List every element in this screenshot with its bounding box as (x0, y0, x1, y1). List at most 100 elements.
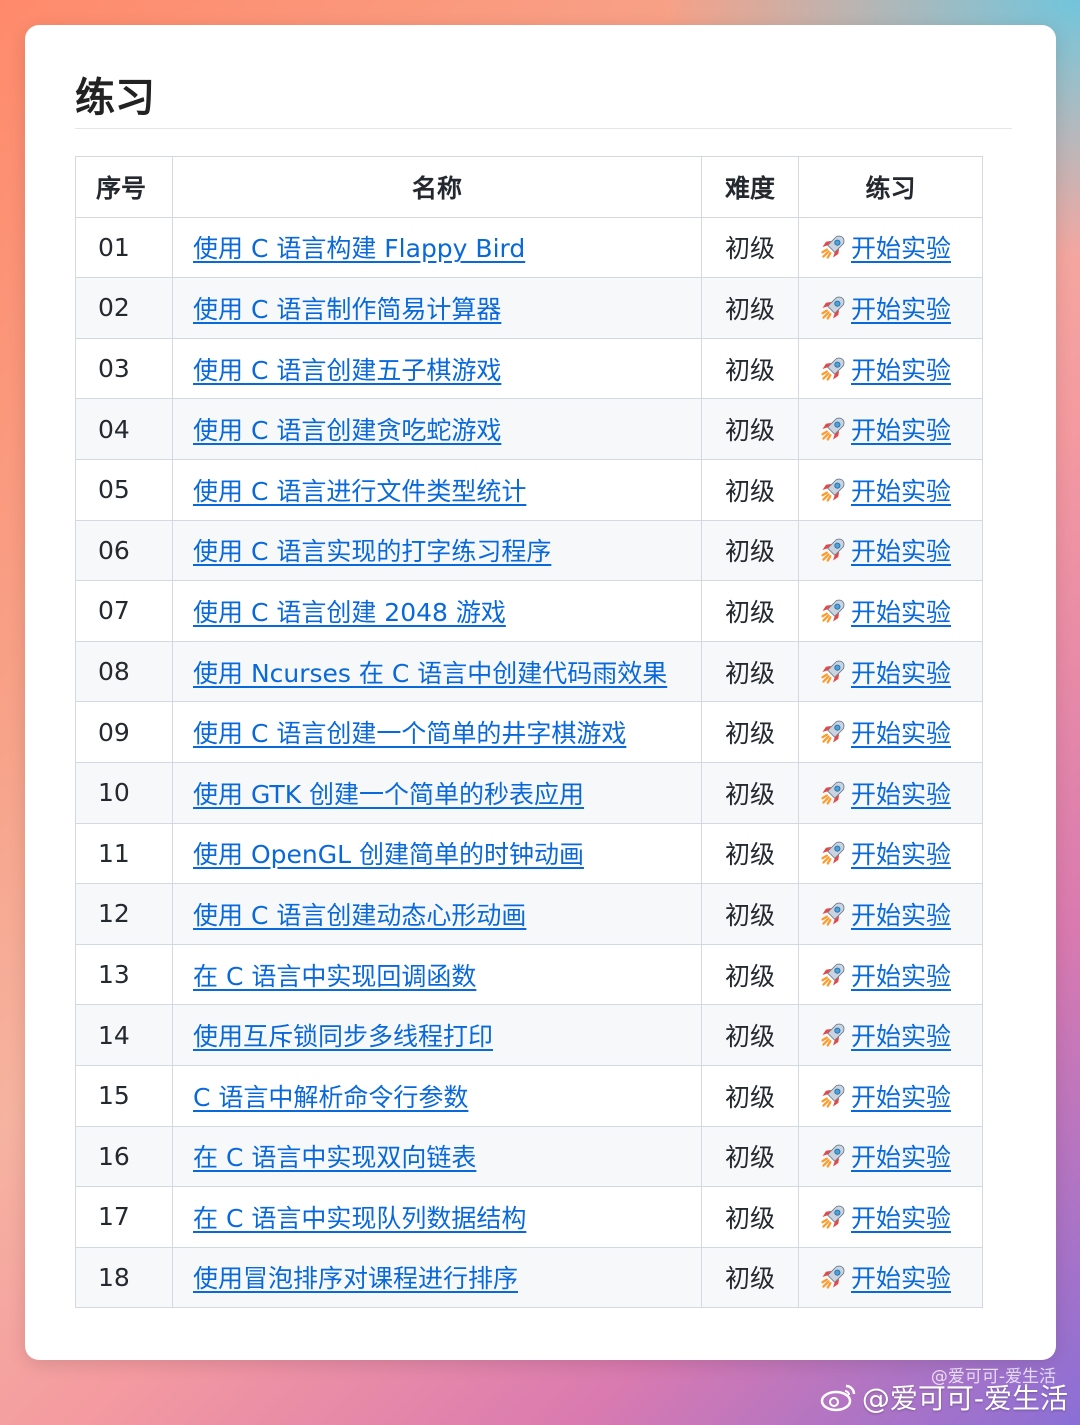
start-lab-link[interactable]: 开始实验 (819, 780, 951, 809)
start-lab-link[interactable]: 开始实验 (819, 1204, 951, 1233)
start-lab-label: 开始实验 (851, 597, 952, 627)
row-name-cell: 使用互斥锁同步多线程打印 (172, 1004, 702, 1066)
table-row: 13 在 C 语言中实现回调函数 初级 开始实验 (75, 943, 983, 1006)
exercise-link[interactable]: 在 C 语言中实现队列数据结构 (193, 1204, 526, 1233)
row-name-cell: 在 C 语言中实现队列数据结构 (172, 1186, 702, 1248)
start-lab-label: 开始实验 (851, 1264, 952, 1294)
rocket-icon (821, 720, 845, 744)
exercise-link[interactable]: C 语言中解析命令行参数 (193, 1083, 468, 1112)
row-name-cell: C 语言中解析命令行参数 (172, 1064, 702, 1127)
start-lab-link[interactable]: 开始实验 (819, 659, 951, 688)
rocket-icon (821, 841, 845, 865)
row-level: 初级 (701, 761, 799, 824)
section-title: 练习 (75, 75, 155, 121)
row-action-cell: 开始实验 (798, 1064, 983, 1127)
exercise-link[interactable]: 使用 C 语言创建一个简单的井字棋游戏 (193, 719, 626, 748)
row-level: 初级 (701, 1186, 799, 1248)
start-lab-link[interactable]: 开始实验 (819, 1022, 951, 1051)
exercise-link[interactable]: 在 C 语言中实现双向链表 (193, 1143, 476, 1172)
rocket-icon (821, 417, 845, 441)
row-number: 09 (75, 701, 173, 763)
start-lab-link[interactable]: 开始实验 (819, 416, 951, 445)
table-row: 01 使用 C 语言构建 Flappy Bird 初级 开始实验 (75, 216, 983, 279)
exercise-link[interactable]: 使用 GTK 创建一个简单的秒表应用 (193, 780, 584, 809)
row-number: 08 (75, 640, 173, 703)
header-level: 难度 (701, 156, 799, 218)
table-row: 06 使用 C 语言实现的打字练习程序 初级 开始实验 (75, 519, 983, 582)
table-row: 08 使用 Ncurses 在 C 语言中创建代码雨效果 初级 开始实验 (75, 640, 983, 703)
row-action-cell: 开始实验 (798, 1246, 983, 1309)
row-number: 03 (75, 337, 173, 400)
row-level: 初级 (701, 1246, 799, 1309)
exercise-link[interactable]: 使用 C 语言制作简易计算器 (193, 295, 501, 324)
start-lab-link[interactable]: 开始实验 (819, 234, 951, 263)
start-lab-link[interactable]: 开始实验 (819, 1083, 951, 1112)
start-lab-link[interactable]: 开始实验 (819, 962, 951, 991)
row-number: 18 (75, 1246, 173, 1309)
row-action-cell: 开始实验 (798, 701, 983, 763)
row-name-cell: 使用 C 语言制作简易计算器 (172, 277, 702, 339)
row-name-cell: 使用 C 语言创建一个简单的井字棋游戏 (172, 701, 702, 763)
row-level: 初级 (701, 1125, 799, 1188)
table-row: 03 使用 C 语言创建五子棋游戏 初级 开始实验 (75, 337, 983, 400)
table-row: 04 使用 C 语言创建贪吃蛇游戏 初级 开始实验 (75, 398, 983, 460)
exercise-link[interactable]: 使用 Ncurses 在 C 语言中创建代码雨效果 (193, 659, 667, 688)
start-lab-label: 开始实验 (851, 779, 952, 809)
row-name-cell: 使用 C 语言创建 2048 游戏 (172, 580, 702, 642)
rocket-icon (821, 660, 845, 684)
row-number: 01 (75, 216, 173, 279)
content-card: 练习 序号 名称 难度 练习 01 使用 C 语言构建 Flappy Bird 初级… (25, 25, 1056, 1360)
start-lab-link[interactable]: 开始实验 (819, 477, 951, 506)
row-level: 初级 (701, 580, 799, 642)
start-lab-link[interactable]: 开始实验 (819, 719, 951, 748)
start-lab-link[interactable]: 开始实验 (819, 537, 951, 566)
exercise-link[interactable]: 使用互斥锁同步多线程打印 (193, 1022, 493, 1051)
row-action-cell: 开始实验 (798, 398, 983, 460)
row-name-cell: 使用 GTK 创建一个简单的秒表应用 (172, 761, 702, 824)
table-header-row: 序号 名称 难度 练习 (75, 156, 983, 218)
row-level: 初级 (701, 337, 799, 400)
exercise-link[interactable]: 使用 C 语言创建动态心形动画 (193, 901, 526, 930)
start-lab-link[interactable]: 开始实验 (819, 1264, 951, 1293)
start-lab-link[interactable]: 开始实验 (819, 901, 951, 930)
row-name-cell: 在 C 语言中实现双向链表 (172, 1125, 702, 1188)
watermark: @爱可可-爱生活 (820, 1377, 1068, 1417)
start-lab-link[interactable]: 开始实验 (819, 598, 951, 627)
exercise-link[interactable]: 使用 C 语言创建贪吃蛇游戏 (193, 416, 501, 445)
row-level: 初级 (701, 398, 799, 460)
exercise-link[interactable]: 使用 OpenGL 创建简单的时钟动画 (193, 840, 584, 869)
row-name-cell: 使用冒泡排序对课程进行排序 (172, 1246, 702, 1309)
row-action-cell: 开始实验 (798, 580, 983, 642)
weibo-icon (820, 1384, 856, 1412)
table-row: 12 使用 C 语言创建动态心形动画 初级 开始实验 (75, 883, 983, 945)
start-lab-label: 开始实验 (851, 961, 952, 991)
rocket-icon (821, 1084, 845, 1108)
table-row: 17 在 C 语言中实现队列数据结构 初级 开始实验 (75, 1186, 983, 1248)
row-number: 11 (75, 822, 173, 885)
exercise-link[interactable]: 使用冒泡排序对课程进行排序 (193, 1264, 518, 1293)
row-number: 10 (75, 761, 173, 824)
row-level: 初级 (701, 943, 799, 1006)
row-level: 初级 (701, 1064, 799, 1127)
row-level: 初级 (701, 701, 799, 763)
row-number: 07 (75, 580, 173, 642)
exercise-link[interactable]: 在 C 语言中实现回调函数 (193, 962, 476, 991)
start-lab-link[interactable]: 开始实验 (819, 356, 951, 385)
exercise-link[interactable]: 使用 C 语言进行文件类型统计 (193, 477, 526, 506)
table-row: 02 使用 C 语言制作简易计算器 初级 开始实验 (75, 277, 983, 339)
row-level: 初级 (701, 277, 799, 339)
start-lab-link[interactable]: 开始实验 (819, 840, 951, 869)
start-lab-link[interactable]: 开始实验 (819, 295, 951, 324)
exercise-link[interactable]: 使用 C 语言创建 2048 游戏 (193, 598, 506, 627)
exercise-link[interactable]: 使用 C 语言创建五子棋游戏 (193, 356, 501, 385)
row-level: 初级 (701, 1004, 799, 1066)
rocket-icon (821, 1205, 845, 1229)
row-action-cell: 开始实验 (798, 1004, 983, 1066)
table-row: 05 使用 C 语言进行文件类型统计 初级 开始实验 (75, 458, 983, 521)
exercise-link[interactable]: 使用 C 语言构建 Flappy Bird (193, 234, 525, 263)
row-name-cell: 使用 C 语言创建贪吃蛇游戏 (172, 398, 702, 460)
row-action-cell: 开始实验 (798, 640, 983, 703)
start-lab-link[interactable]: 开始实验 (819, 1143, 951, 1172)
rocket-icon (821, 1023, 845, 1047)
exercise-link[interactable]: 使用 C 语言实现的打字练习程序 (193, 537, 551, 566)
